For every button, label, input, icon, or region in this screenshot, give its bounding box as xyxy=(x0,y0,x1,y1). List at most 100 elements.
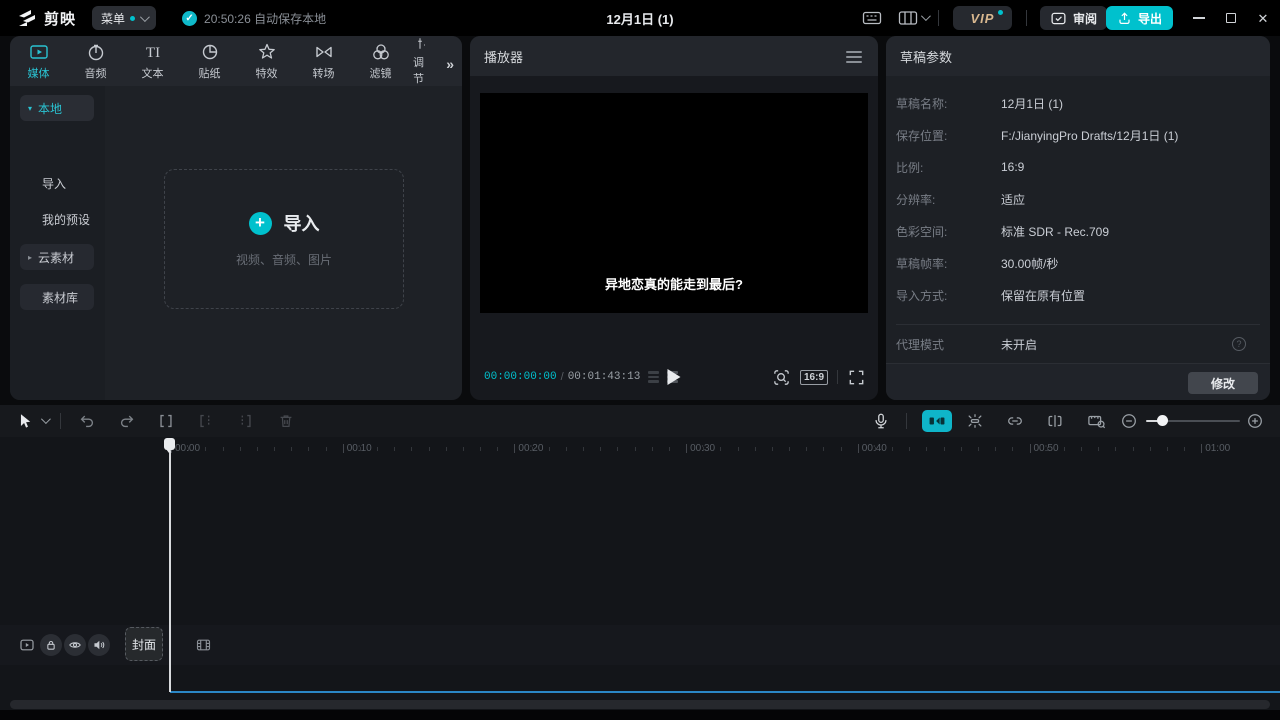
main-track-magnet-button[interactable] xyxy=(922,410,952,432)
ruler-minor-tick xyxy=(669,447,670,451)
shortcut-keyboard-icon[interactable] xyxy=(862,8,882,28)
player-controls: 00:00:00:00 / 00:01:43:13 16:9 xyxy=(470,361,878,393)
fullscreen-icon[interactable] xyxy=(847,368,866,387)
ruler-minor-tick xyxy=(188,447,189,451)
tab-transition[interactable]: 转场 xyxy=(295,36,352,86)
sidebar-item-my-presets[interactable]: 我的预设 xyxy=(20,206,94,232)
select-right-icon[interactable] xyxy=(236,412,254,430)
fit-timeline-icon[interactable] xyxy=(1086,412,1108,430)
preview-quality-icon[interactable] xyxy=(648,371,659,383)
zoom-slider-handle[interactable] xyxy=(1157,415,1168,426)
auto-snap-icon[interactable] xyxy=(966,412,984,430)
titlebar-left: 剪映 菜单 ✓ 20:50:26 自动保存本地 xyxy=(16,0,326,36)
vip-button[interactable]: VIP xyxy=(953,6,1012,30)
link-clips-icon[interactable] xyxy=(1006,412,1024,430)
ruler-minor-tick xyxy=(360,447,361,451)
play-button[interactable] xyxy=(668,369,681,385)
select-tool-icon[interactable] xyxy=(16,412,34,430)
ruler-minor-tick xyxy=(600,447,601,451)
snapshot-icon[interactable] xyxy=(772,368,791,387)
tab-audio[interactable]: 音频 xyxy=(67,36,124,86)
select-left-icon[interactable] xyxy=(197,412,215,430)
tab-effects[interactable]: 特效 xyxy=(238,36,295,86)
import-dropzone[interactable]: + 导入 视频、音频、图片 xyxy=(164,169,404,309)
speaker-icon xyxy=(92,638,106,652)
tab-sticker[interactable]: 贴纸 xyxy=(181,36,238,86)
param-label: 草稿名称: xyxy=(896,95,1001,112)
import-subtitle: 视频、音频、图片 xyxy=(236,251,332,268)
param-row: 保存位置: F:/JianyingPro Drafts/12月1日 (1) xyxy=(896,125,1260,145)
ruler-minor-tick xyxy=(274,447,275,451)
layout-chevron-icon[interactable] xyxy=(921,11,931,21)
ruler-minor-tick xyxy=(1150,447,1151,451)
ruler-minor-tick xyxy=(532,447,533,451)
tab-filter[interactable]: 滤镜 xyxy=(352,36,409,86)
ruler-minor-tick xyxy=(429,447,430,451)
timeline-toolbar xyxy=(0,405,1280,437)
select-tool-chevron-icon[interactable] xyxy=(41,414,51,424)
ruler-minor-tick xyxy=(995,447,996,451)
menu-button[interactable]: 菜单 xyxy=(92,6,156,30)
lock-track-button[interactable] xyxy=(40,634,62,656)
player-panel: 播放器 异地恋真的能走到最后? 00:00:00:00 / 00:01:43:1… xyxy=(470,36,878,400)
tab-adjust[interactable]: 调节 xyxy=(409,36,425,86)
autosave-text: 20:50:26 自动保存本地 xyxy=(204,10,326,27)
time-separator: / xyxy=(561,371,564,383)
import-title: 导入 xyxy=(284,210,320,236)
titlebar-divider xyxy=(938,10,939,26)
current-time: 00:00:00:00 xyxy=(484,371,557,383)
cover-button[interactable]: 封面 xyxy=(125,627,163,661)
sidebar-item-label: 我的预设 xyxy=(42,211,90,228)
tab-label: 文本 xyxy=(142,65,164,81)
timeline-zoom-slider[interactable] xyxy=(1146,420,1240,422)
param-row: 导入方式: 保留在原有位置 xyxy=(896,285,1260,305)
player-menu-icon[interactable] xyxy=(846,51,862,63)
horizontal-scrollbar[interactable] xyxy=(10,700,1270,709)
param-value: 12月1日 (1) xyxy=(1001,95,1063,112)
ruler-major-tick xyxy=(514,444,515,453)
zoom-in-icon[interactable] xyxy=(1246,412,1264,430)
video-viewport: 异地恋真的能走到最后? xyxy=(480,93,868,313)
sidebar-item-asset-library[interactable]: 素材库 xyxy=(20,284,94,310)
ruler-minor-tick xyxy=(806,447,807,451)
close-button[interactable]: ✕ xyxy=(1248,0,1278,36)
undo-icon[interactable] xyxy=(78,412,96,430)
sidebar-item-import[interactable]: 导入 xyxy=(20,170,94,196)
ruler-minor-tick xyxy=(978,447,979,451)
preview-axis-icon[interactable] xyxy=(1046,412,1064,430)
split-clip-icon[interactable] xyxy=(157,412,175,430)
export-button[interactable]: 导出 xyxy=(1106,6,1173,30)
sidebar-item-cloud-assets[interactable]: ▸ 云素材 xyxy=(20,244,94,270)
tab-media[interactable]: 媒体 xyxy=(10,36,67,86)
params-divider xyxy=(896,324,1260,325)
help-icon[interactable]: ? xyxy=(1232,337,1246,351)
param-value: 16:9 xyxy=(1001,160,1024,174)
eye-icon xyxy=(68,638,82,652)
ruler-minor-tick xyxy=(1184,447,1185,451)
ruler-minor-tick xyxy=(1081,447,1082,451)
app-window: 剪映 菜单 ✓ 20:50:26 自动保存本地 12月1日 (1) VIP xyxy=(0,0,1280,720)
aspect-ratio-button[interactable]: 16:9 xyxy=(800,370,828,385)
track-type-video-icon[interactable] xyxy=(19,637,35,653)
layout-panels-icon[interactable] xyxy=(898,8,918,28)
playhead-handle[interactable] xyxy=(164,438,175,450)
sidebar-item-local[interactable]: ▾ 本地 xyxy=(20,95,94,121)
modify-button[interactable]: 修改 xyxy=(1188,372,1258,394)
minimize-button[interactable] xyxy=(1184,0,1214,36)
mute-track-button[interactable] xyxy=(88,634,110,656)
redo-icon[interactable] xyxy=(118,412,136,430)
param-row: 草稿名称: 12月1日 (1) xyxy=(896,93,1260,113)
ruler-minor-tick xyxy=(205,447,206,451)
delete-icon[interactable] xyxy=(277,412,295,430)
review-button[interactable]: 审阅 xyxy=(1040,6,1107,30)
ruler-minor-tick xyxy=(497,447,498,451)
ruler-minor-tick xyxy=(1064,447,1065,451)
tab-text[interactable]: TI 文本 xyxy=(124,36,181,86)
zoom-out-icon[interactable] xyxy=(1120,412,1138,430)
filmstrip-icon[interactable] xyxy=(195,637,212,653)
tabs-expand-button[interactable]: » xyxy=(446,56,454,72)
timeline-ruler[interactable]: 00:0000:1000:2000:3000:4000:5001:00 xyxy=(0,437,1280,461)
maximize-button[interactable] xyxy=(1216,0,1246,36)
hide-track-button[interactable] xyxy=(64,634,86,656)
record-voiceover-icon[interactable] xyxy=(872,412,890,430)
